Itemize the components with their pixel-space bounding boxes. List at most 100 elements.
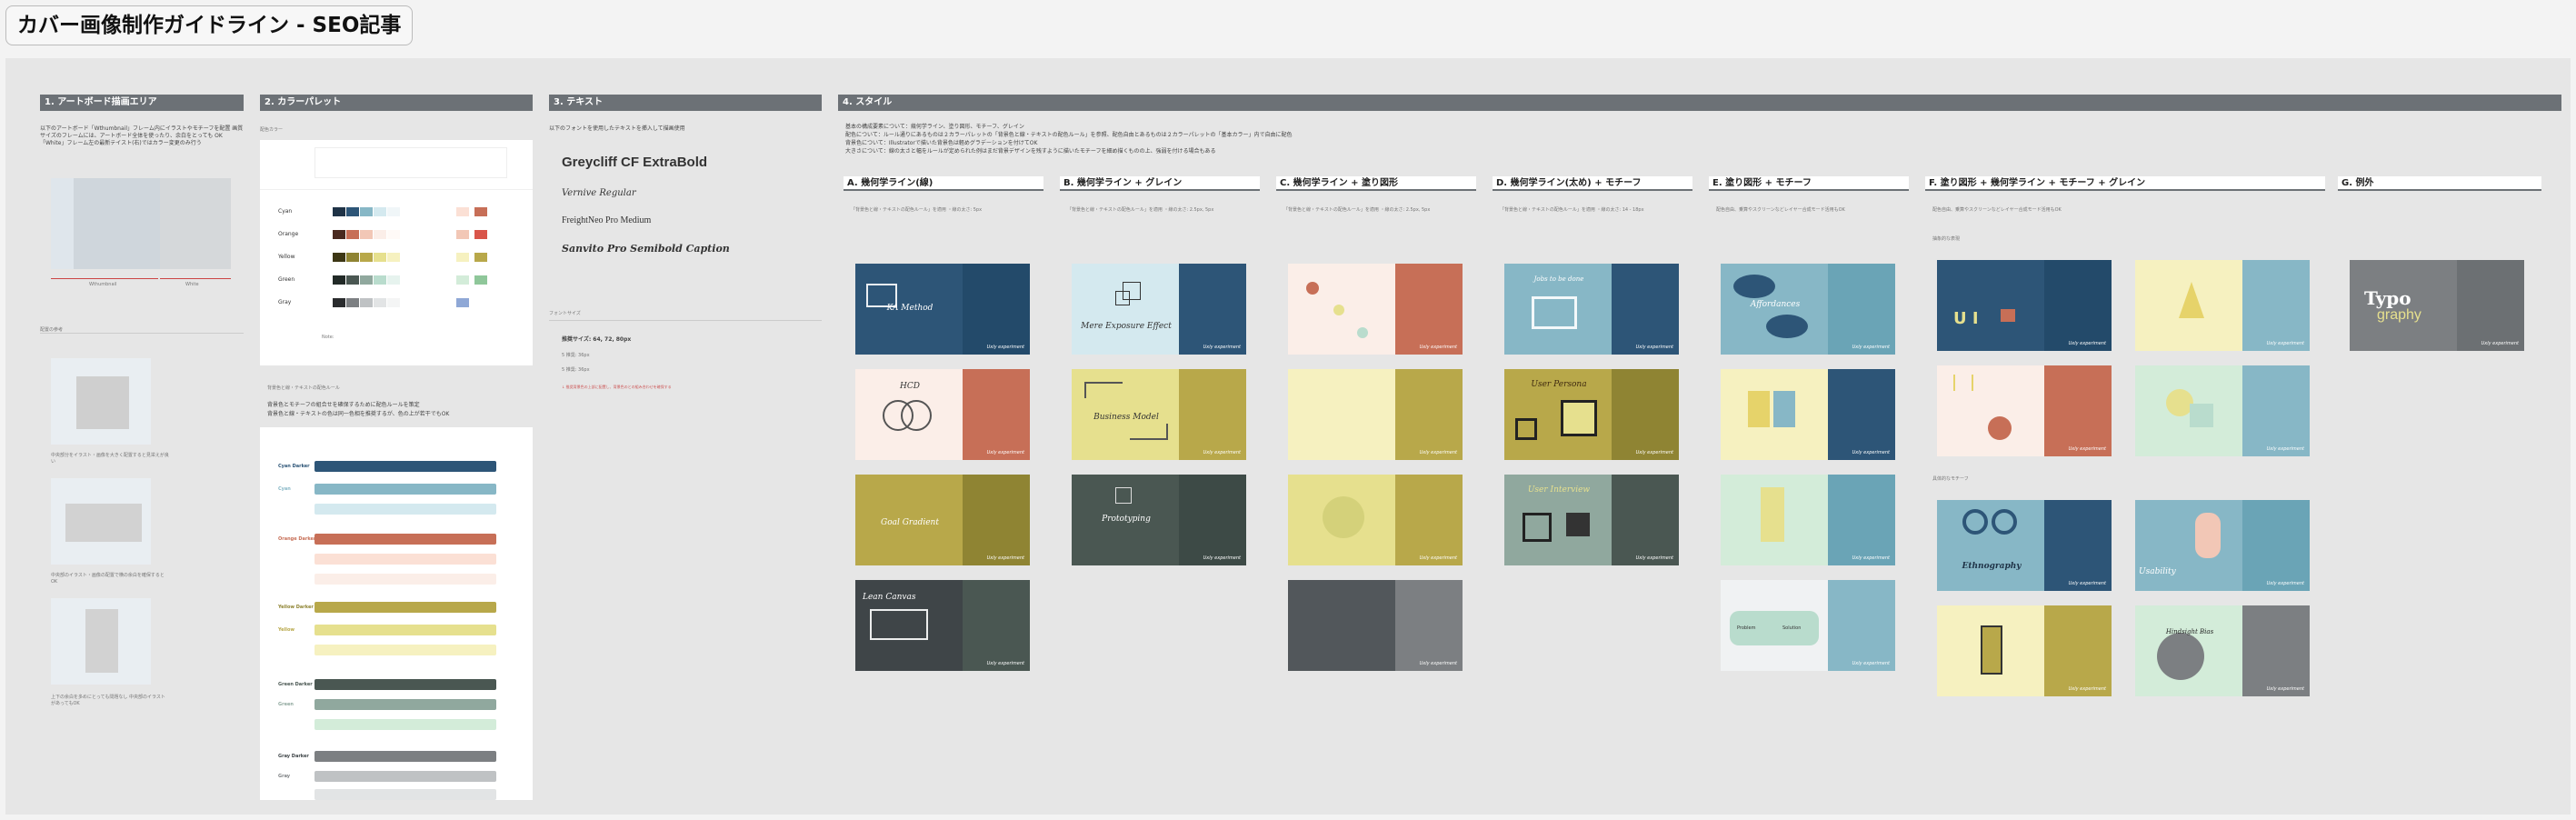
artboard-preview — [51, 178, 231, 269]
style-category-a: A. 幾何学ライン(線) — [844, 176, 1043, 191]
style-category-g: G. 例外 — [2338, 176, 2541, 191]
style-category-c-desc: 「背景色と線・テキストの配色ルール」を適用 ・線の太さ: 2.5px, 5px — [1283, 207, 1431, 213]
color-bar — [315, 645, 496, 655]
font-size-sub-1: 5 推奨: 36px — [562, 353, 590, 358]
layout-example-1 — [51, 358, 151, 445]
cover-card-ethnography[interactable]: Ethnography Uxly experiment — [1937, 500, 2112, 591]
color-bar — [315, 574, 496, 585]
bar-group-label: Cyan — [278, 486, 291, 492]
font-size-main: 推奨サイズ: 64, 72, 80px — [562, 336, 632, 343]
font-sample-sanvito: Sanvito Pro Semibold Caption — [562, 243, 730, 255]
font-sample-greycliff: Greycliff CF ExtraBold — [562, 155, 708, 170]
palette-row-green: Green — [278, 276, 295, 283]
cover-card-f-3[interactable]: Uxly experiment — [1937, 365, 2112, 456]
style-category-b-desc: 「背景色と線・テキストの配色ルール」を適用 ・線の太さ: 2.5px, 5px — [1067, 207, 1214, 213]
cover-card-c-1[interactable]: Uxly experiment — [1288, 264, 1463, 355]
font-size-label: フォントサイズ — [549, 311, 581, 316]
label-white: White — [185, 282, 199, 287]
cover-card-c-4[interactable]: Uxly experiment — [1288, 580, 1463, 671]
section-text-header: 3. テキスト — [549, 95, 822, 111]
cover-card-usability[interactable]: Usability Uxly experiment — [2135, 500, 2310, 591]
bar-group-label: Orange Darker — [278, 536, 316, 542]
palette-note: Note: — [322, 335, 334, 340]
style-category-e-desc: 配色自由、乗算やスクリーンなどレイヤー合成モード活用もOK — [1716, 207, 1845, 213]
text-description: 以下のフォントを使用したテキストを挿入して描画使用 — [549, 125, 685, 132]
font-sample-freightneo: FreightNeo Pro Medium — [562, 215, 652, 225]
color-bar — [315, 699, 496, 710]
color-bar — [315, 625, 496, 635]
layout-example-3 — [51, 598, 151, 685]
cover-card-f-4[interactable]: Uxly experiment — [2135, 365, 2310, 456]
cover-card-goal-gradient[interactable]: Goal Gradient Uxly experiment — [855, 475, 1030, 565]
cover-card-hindsight-bias[interactable]: Hindsight Bias Uxly experiment — [2135, 605, 2310, 696]
cover-card-c-2[interactable]: Uxly experiment — [1288, 369, 1463, 460]
style-category-e: E. 塗り図形 + モチーフ — [1709, 176, 1909, 191]
section-artboard-header: 1. アートボード描画エリア — [40, 95, 244, 111]
cover-card-problem-solution[interactable]: Problem Solution Uxly experiment — [1721, 580, 1895, 671]
palette-row-yellow: Yellow — [278, 254, 295, 260]
color-rule-1: 背景色とモチーフの組合せを確保するために配色ルールを策定 — [267, 402, 420, 408]
style-note-1: 基本の構成要素について：幾何学ライン、塗り図形、モチーフ、グレイン — [845, 124, 1024, 130]
style-category-f: F. 塗り図形 + 幾何学ライン + モチーフ + グレイン — [1925, 176, 2325, 191]
color-rule-2: 背景色と線・テキストの色は同一色相を推奨するが、色の上が若干でもOK — [267, 411, 450, 417]
color-bar — [315, 554, 496, 565]
color-bar — [315, 719, 496, 730]
style-note-3: 背景色について：Illustratorで描いた背景色は軽めグラデーションを付けて… — [845, 140, 1038, 146]
cover-card-mere-exposure[interactable]: Mere Exposure Effect Uxly experiment — [1072, 264, 1246, 355]
thumbnail-range-line — [51, 278, 158, 279]
cover-card-business-model[interactable]: Business Model Uxly experiment — [1072, 369, 1246, 460]
cover-card-jobs-to-be-done[interactable]: Jobs to be done Uxly experiment — [1504, 264, 1679, 355]
style-f-abstract-label: 抽象的な表現 — [1932, 236, 1961, 242]
font-sample-vernive: Vernive Regular — [562, 188, 636, 198]
bar-group-label: Gray — [278, 774, 291, 779]
label-thumbnail: Wthumbnail — [89, 282, 117, 287]
layout-example-2 — [51, 478, 151, 565]
font-size-sub-2: 5 推奨: 36px — [562, 367, 590, 373]
style-category-d: D. 幾何学ライン(太め) + モチーフ — [1493, 176, 1692, 191]
layout-caption-3: 上下の余白を多めにとっても問題なし 中央部のイラストがあってもOK — [51, 695, 165, 706]
color-bar — [315, 461, 496, 472]
palette-row-cyan: Cyan — [278, 208, 293, 215]
cover-card-affordances[interactable]: Affordances Uxly experiment — [1721, 264, 1895, 355]
cover-card-ka-method[interactable]: KA Method Uxly experiment — [855, 264, 1030, 355]
color-rule-title: 背景色と線・テキストの配色ルール — [267, 385, 340, 391]
cover-card-user-persona[interactable]: User Persona Uxly experiment — [1504, 369, 1679, 460]
palette-row-orange: Orange — [278, 231, 299, 237]
cover-card-prototyping[interactable]: Prototyping Uxly experiment — [1072, 475, 1246, 565]
palette-row-gray: Gray — [278, 299, 292, 305]
page-title: カバー画像制作ガイドライン - SEO記事 — [5, 5, 414, 45]
style-category-c: C. 幾何学ライン + 塗り図形 — [1276, 176, 1476, 191]
bar-group-label: Cyan Darker — [278, 464, 310, 469]
color-bar — [315, 751, 496, 762]
cover-card-lean-canvas[interactable]: Lean Canvas Uxly experiment — [855, 580, 1030, 671]
artboard-canvas[interactable]: 1. アートボード描画エリア 以下のアートボード「Wthumbnail」フレーム… — [5, 58, 2571, 815]
artboard-description: 以下のアートボード「Wthumbnail」フレーム内にイラストやモチーフを配置 … — [40, 125, 244, 146]
color-bar — [315, 534, 496, 545]
cover-card-f-1[interactable]: U I Uxly experiment — [1937, 260, 2112, 351]
cover-card-e-3[interactable]: Uxly experiment — [1721, 475, 1895, 565]
style-note-4: 大きさについて：線の太さと幅をルールが定められた例はまだ背景デザインを残すように… — [845, 148, 1216, 155]
cover-card-typography[interactable]: Typo graphy Uxly experiment — [2350, 260, 2524, 351]
color-bar — [315, 679, 496, 690]
cover-card-c-3[interactable]: Uxly experiment — [1288, 475, 1463, 565]
cover-card-hcd[interactable]: HCD Uxly experiment — [855, 369, 1030, 460]
section-palette-header: 2. カラーパレット — [260, 95, 533, 111]
white-range-line — [160, 278, 231, 279]
style-f-concrete-label: 具体的なモチーフ — [1932, 476, 1969, 482]
cover-card-e-2[interactable]: Uxly experiment — [1721, 369, 1895, 460]
style-category-d-desc: 「背景色と線・テキストの配色ルール」を適用 ・線の太さ: 14 - 18px — [1500, 207, 1644, 213]
cover-card-f-2[interactable]: Uxly experiment — [2135, 260, 2310, 351]
cover-card-user-interview[interactable]: User Interview Uxly experiment — [1504, 475, 1679, 565]
layout-caption-2: 中央部のイラスト・画像の配置で横の余白を確保するとOK — [51, 573, 165, 585]
bar-group-label: Green Darker — [278, 682, 313, 687]
style-note-2: 配色について：ルール通りにあるものは２カラーパレットの「背景色と線・テキストの配… — [845, 132, 1293, 138]
color-bar — [315, 602, 496, 613]
color-bar — [315, 771, 496, 782]
bar-group-label: Yellow — [278, 627, 295, 633]
color-bar — [315, 789, 496, 800]
color-bar — [315, 484, 496, 495]
cover-card-f-door[interactable]: Uxly experiment — [1937, 605, 2112, 696]
palette-label: 配色カラー — [260, 127, 284, 133]
bar-group-label: Green — [278, 702, 294, 707]
style-category-f-desc: 配色自由、乗算やスクリーンなどレイヤー合成モード活用もOK — [1932, 207, 2062, 213]
